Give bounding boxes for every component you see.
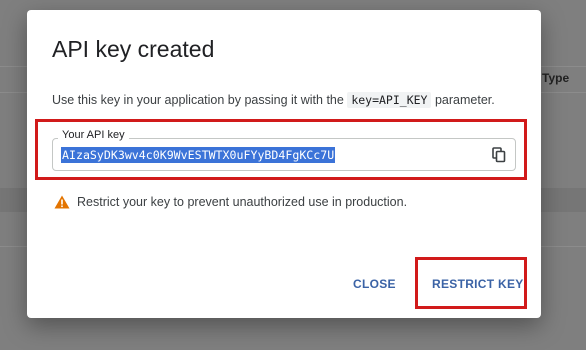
description-code: key=API_KEY <box>347 92 432 108</box>
restrict-key-button[interactable]: RESTRICT KEY <box>426 276 530 292</box>
api-key-label: Your API key <box>58 129 129 141</box>
warning-message: Restrict your key to prevent unauthorize… <box>54 195 407 209</box>
warning-text: Restrict your key to prevent unauthorize… <box>77 195 408 209</box>
api-key-dialog: API key created Use this key in your app… <box>27 10 541 318</box>
dialog-description: Use this key in your application by pass… <box>52 92 495 108</box>
warning-icon <box>54 195 70 209</box>
api-key-value[interactable]: AIzaSyDK3wv4c0K9WvESTWTX0uFYyBD4FgKCc7U <box>61 147 336 163</box>
bg-column-header: Type <box>542 71 570 85</box>
description-suffix: parameter. <box>434 93 495 107</box>
description-prefix: Use this key in your application by pass… <box>52 93 344 107</box>
copy-icon[interactable] <box>491 147 507 163</box>
close-button[interactable]: CLOSE <box>347 276 402 292</box>
dialog-title: API key created <box>52 36 215 62</box>
